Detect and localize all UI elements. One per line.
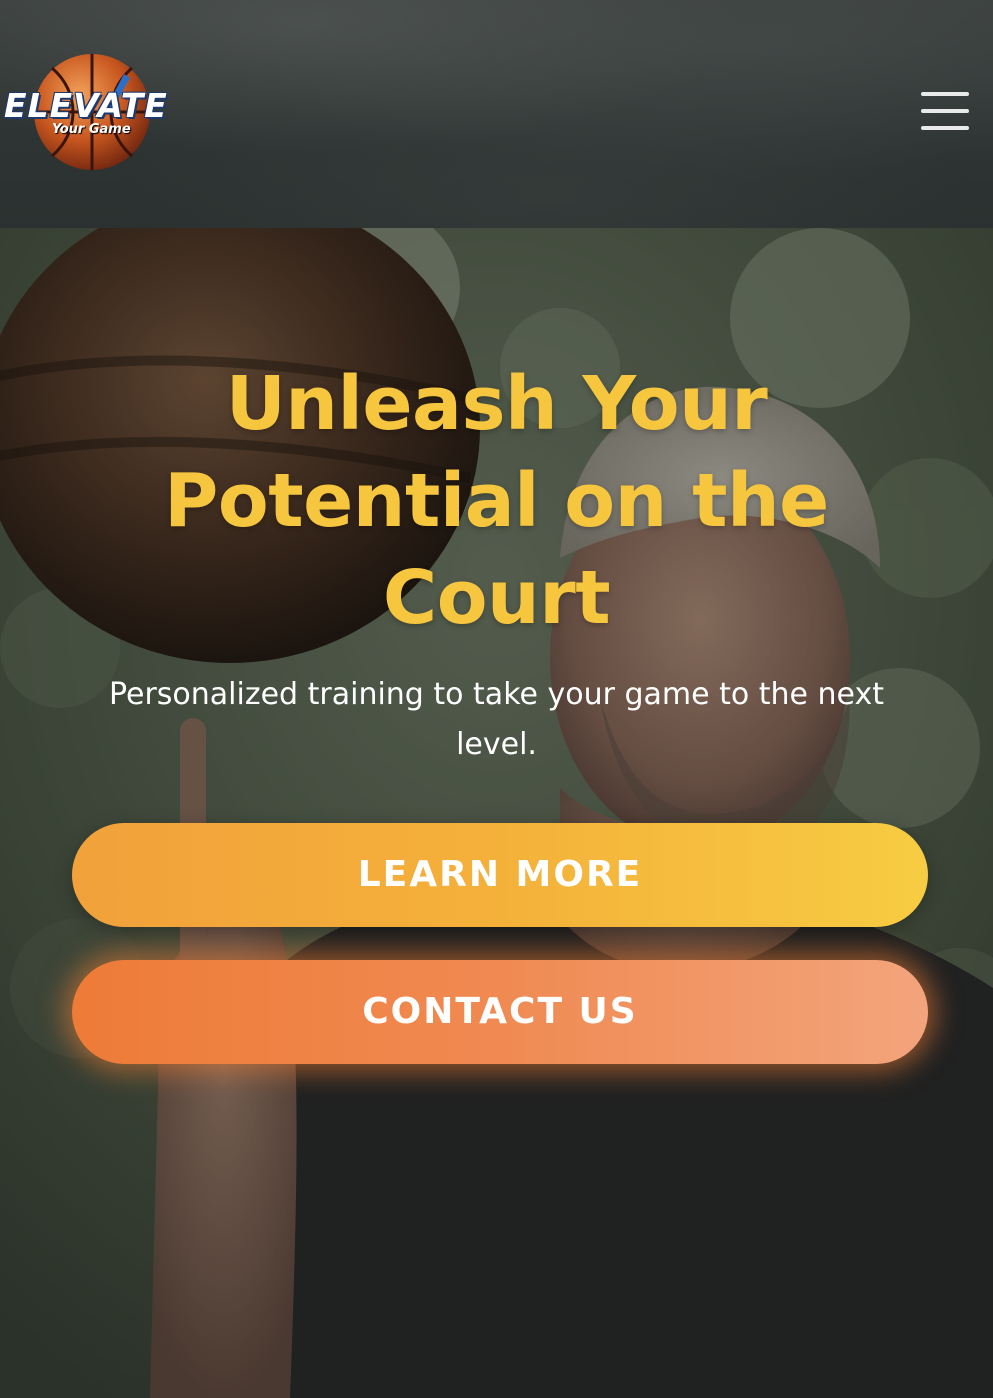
menu-bar-bottom	[921, 126, 969, 130]
learn-more-button[interactable]: LEARN MORE	[72, 823, 928, 927]
hero-section: Unleash Your Potential on the Court Pers…	[0, 228, 993, 1398]
page: ELEVATE Your Game Unleash Your Potential…	[0, 0, 993, 1398]
site-header: ELEVATE Your Game	[0, 0, 993, 228]
hero-title: Unleash Your Potential on the Court	[164, 361, 829, 641]
contact-us-button[interactable]: CONTACT US	[72, 960, 928, 1064]
hero-subtitle: Personalized training to take your game …	[108, 677, 885, 762]
site-logo[interactable]: ELEVATE Your Game	[4, 48, 176, 176]
logo-tagline: Your Game	[52, 122, 131, 137]
menu-bar-top	[921, 92, 969, 96]
menu-bar-middle	[921, 109, 969, 113]
logo-wordmark: ELEVATE	[4, 86, 168, 125]
hamburger-menu-icon[interactable]	[921, 92, 971, 134]
